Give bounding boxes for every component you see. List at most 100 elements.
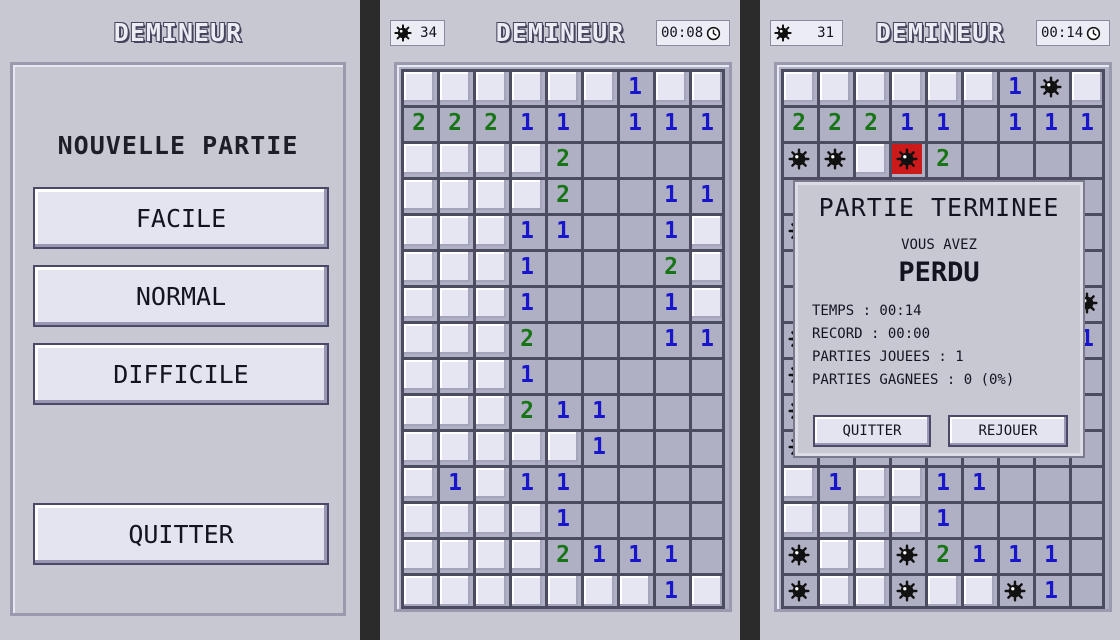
- replay-button[interactable]: REJOUER: [948, 415, 1068, 447]
- hidden-cell[interactable]: [512, 576, 542, 606]
- mine-icon: [784, 540, 814, 570]
- number-cell: 2: [928, 540, 958, 570]
- hidden-cell[interactable]: [440, 396, 470, 426]
- hidden-cell[interactable]: [476, 360, 506, 390]
- quit-button[interactable]: QUITTER: [33, 503, 329, 565]
- hidden-cell[interactable]: [512, 504, 542, 534]
- hidden-cell[interactable]: [892, 468, 922, 498]
- empty-cell: [1072, 540, 1102, 570]
- number-cell: 1: [1036, 108, 1066, 138]
- hidden-cell[interactable]: [584, 576, 614, 606]
- hidden-cell[interactable]: [656, 72, 686, 102]
- hidden-cell[interactable]: [404, 216, 434, 246]
- number-cell: 1: [656, 108, 686, 138]
- hidden-cell[interactable]: [1072, 72, 1102, 102]
- number-cell: 1: [928, 108, 958, 138]
- hidden-cell[interactable]: [404, 144, 434, 174]
- hidden-cell[interactable]: [476, 288, 506, 318]
- hidden-cell[interactable]: [404, 360, 434, 390]
- hidden-cell[interactable]: [476, 504, 506, 534]
- number-cell: 2: [512, 396, 542, 426]
- hidden-cell[interactable]: [476, 252, 506, 282]
- hidden-cell[interactable]: [548, 576, 578, 606]
- hidden-cell[interactable]: [404, 288, 434, 318]
- app-title: DEMINEUR: [875, 18, 1005, 47]
- hidden-cell[interactable]: [692, 216, 722, 246]
- hidden-cell[interactable]: [404, 324, 434, 354]
- hidden-cell[interactable]: [440, 432, 470, 462]
- hidden-cell[interactable]: [856, 540, 886, 570]
- hidden-cell[interactable]: [476, 540, 506, 570]
- hidden-cell[interactable]: [440, 252, 470, 282]
- hidden-cell[interactable]: [404, 72, 434, 102]
- hidden-cell[interactable]: [856, 144, 886, 174]
- clock-icon: [706, 26, 721, 40]
- hidden-cell[interactable]: [820, 540, 850, 570]
- hidden-cell[interactable]: [892, 72, 922, 102]
- hidden-cell[interactable]: [476, 432, 506, 462]
- hidden-cell[interactable]: [404, 576, 434, 606]
- hidden-cell[interactable]: [856, 504, 886, 534]
- hidden-cell[interactable]: [440, 180, 470, 210]
- hidden-cell[interactable]: [892, 504, 922, 534]
- hidden-cell[interactable]: [404, 432, 434, 462]
- hidden-cell[interactable]: [784, 504, 814, 534]
- hidden-cell[interactable]: [440, 324, 470, 354]
- hidden-cell[interactable]: [476, 72, 506, 102]
- hidden-cell[interactable]: [404, 540, 434, 570]
- hidden-cell[interactable]: [928, 72, 958, 102]
- app-title: DEMINEUR: [495, 18, 625, 47]
- hidden-cell[interactable]: [476, 216, 506, 246]
- hidden-cell[interactable]: [820, 576, 850, 606]
- hidden-cell[interactable]: [440, 504, 470, 534]
- hidden-cell[interactable]: [476, 324, 506, 354]
- hidden-cell[interactable]: [404, 396, 434, 426]
- hidden-cell[interactable]: [440, 576, 470, 606]
- hidden-cell[interactable]: [440, 144, 470, 174]
- hidden-cell[interactable]: [692, 288, 722, 318]
- hidden-cell[interactable]: [440, 288, 470, 318]
- hidden-cell[interactable]: [404, 180, 434, 210]
- hidden-cell[interactable]: [512, 144, 542, 174]
- hidden-cell[interactable]: [476, 396, 506, 426]
- hidden-cell[interactable]: [964, 72, 994, 102]
- hidden-cell[interactable]: [476, 180, 506, 210]
- hidden-cell[interactable]: [548, 432, 578, 462]
- number-cell: 1: [964, 540, 994, 570]
- hidden-cell[interactable]: [476, 468, 506, 498]
- hidden-cell[interactable]: [440, 360, 470, 390]
- hidden-cell[interactable]: [476, 576, 506, 606]
- hidden-cell[interactable]: [548, 72, 578, 102]
- hidden-cell[interactable]: [584, 72, 614, 102]
- hidden-cell[interactable]: [856, 72, 886, 102]
- hidden-cell[interactable]: [964, 576, 994, 606]
- difficult-button[interactable]: DIFFICILE: [33, 343, 329, 405]
- hidden-cell[interactable]: [784, 72, 814, 102]
- hidden-cell[interactable]: [440, 540, 470, 570]
- hidden-cell[interactable]: [692, 576, 722, 606]
- minefield-board: 1222111112211111121121112111111121111: [394, 62, 732, 612]
- hidden-cell[interactable]: [856, 576, 886, 606]
- hidden-cell[interactable]: [692, 72, 722, 102]
- hidden-cell[interactable]: [404, 252, 434, 282]
- hidden-cell[interactable]: [928, 576, 958, 606]
- hidden-cell[interactable]: [404, 468, 434, 498]
- hidden-cell[interactable]: [512, 72, 542, 102]
- hidden-cell[interactable]: [820, 504, 850, 534]
- hidden-cell[interactable]: [440, 72, 470, 102]
- hidden-cell[interactable]: [784, 468, 814, 498]
- hidden-cell[interactable]: [404, 504, 434, 534]
- hidden-cell[interactable]: [512, 540, 542, 570]
- easy-button[interactable]: FACILE: [33, 187, 329, 249]
- hidden-cell[interactable]: [512, 180, 542, 210]
- hidden-cell[interactable]: [692, 252, 722, 282]
- hidden-cell[interactable]: [856, 468, 886, 498]
- dialog-quit-button[interactable]: QUITTER: [813, 415, 931, 447]
- hidden-cell[interactable]: [476, 144, 506, 174]
- hidden-cell[interactable]: [512, 432, 542, 462]
- hidden-cell[interactable]: [620, 576, 650, 606]
- hidden-cell[interactable]: [820, 72, 850, 102]
- number-cell: 1: [548, 216, 578, 246]
- normal-button[interactable]: NORMAL: [33, 265, 329, 327]
- hidden-cell[interactable]: [440, 216, 470, 246]
